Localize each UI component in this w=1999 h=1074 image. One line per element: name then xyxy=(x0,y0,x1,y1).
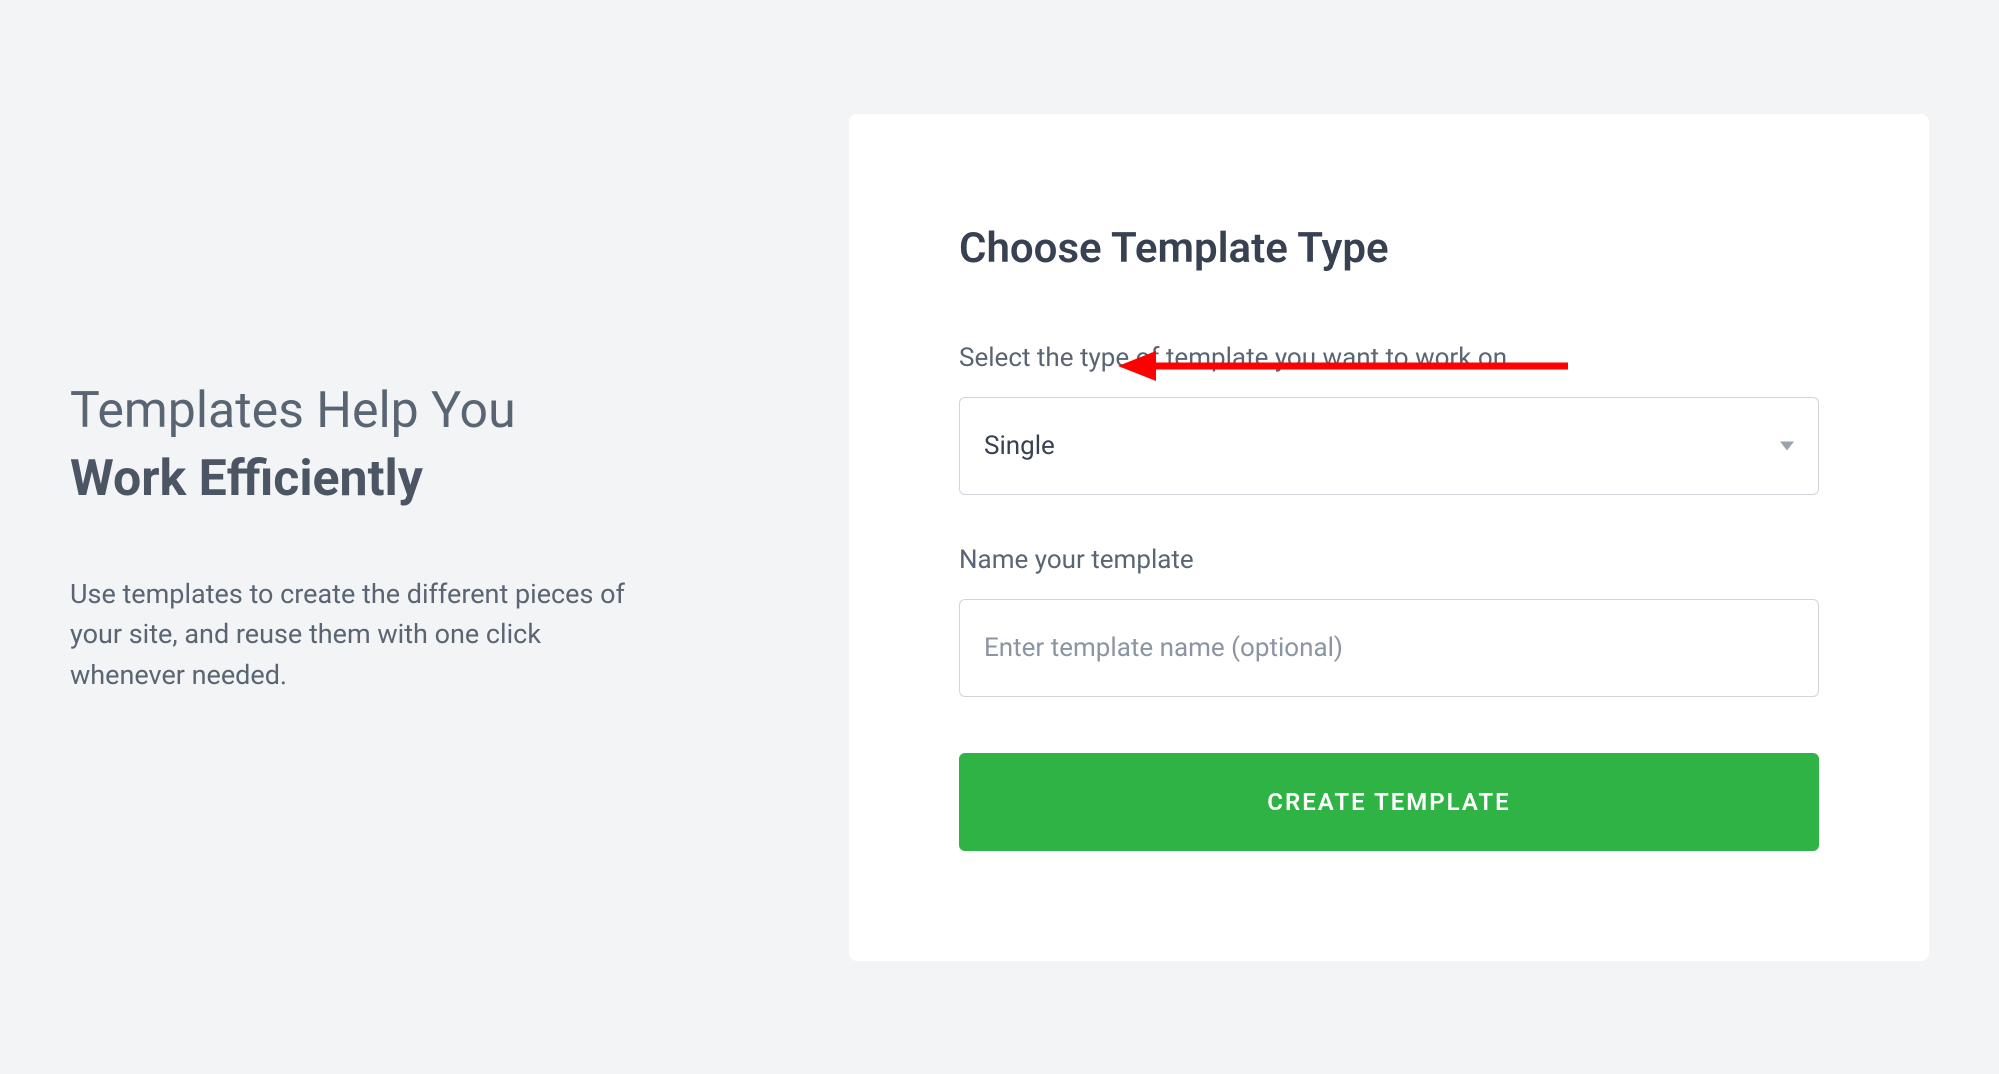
create-template-button[interactable]: CREATE TEMPLATE xyxy=(959,753,1819,851)
template-type-select[interactable]: Single xyxy=(959,397,1819,495)
intro-panel: Templates Help You Work Efficiently Use … xyxy=(70,379,770,696)
caret-down-icon xyxy=(1780,441,1794,450)
name-label: Name your template xyxy=(959,545,1819,575)
template-name-input[interactable] xyxy=(959,599,1819,697)
page-container: Templates Help You Work Efficiently Use … xyxy=(0,0,1999,1074)
select-value: Single xyxy=(984,431,1055,461)
select-label: Select the type of template you want to … xyxy=(959,343,1819,373)
intro-description: Use templates to create the different pi… xyxy=(70,574,630,696)
template-card: Choose Template Type Select the type of … xyxy=(849,114,1929,961)
intro-heading-light: Templates Help You xyxy=(70,379,730,444)
card-title: Choose Template Type xyxy=(959,224,1819,273)
intro-heading-bold: Work Efficiently xyxy=(70,444,730,514)
